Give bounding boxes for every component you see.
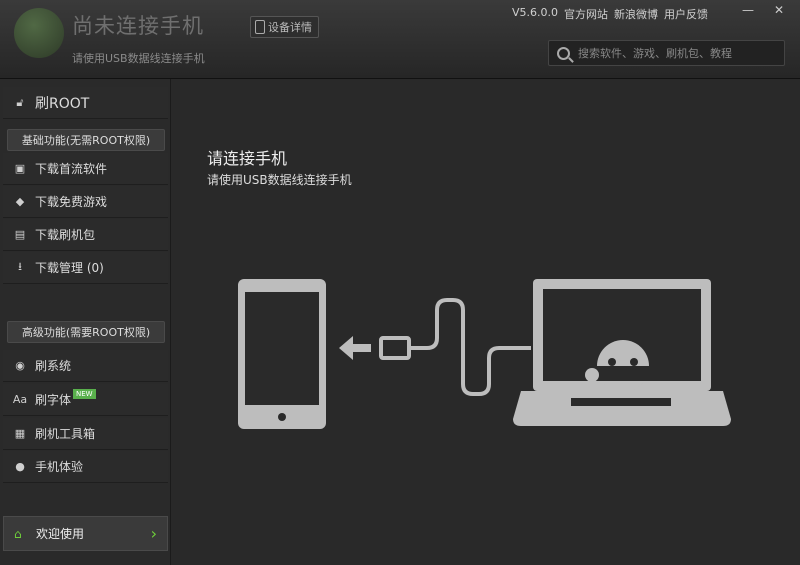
package-icon: ▤: [14, 228, 26, 241]
device-details-button[interactable]: 设备详情: [250, 16, 319, 38]
chevron-right-icon: ›: [150, 524, 157, 543]
link-official-site[interactable]: 官方网站: [564, 6, 608, 22]
title-bar: 尚未连接手机 请使用USB数据线连接手机 设备详情 V5.6.0.0 官方网站 …: [0, 0, 800, 79]
laptop-icon: [513, 279, 731, 426]
home-icon: ⌂: [14, 526, 22, 541]
welcome-label: 欢迎使用: [36, 527, 85, 541]
section-advanced: 高级功能(需要ROOT权限): [7, 321, 165, 343]
main-panel: 请连接手机 请使用USB数据线连接手机: [171, 79, 800, 565]
sidebar-item-label: 刷机工具箱: [35, 427, 96, 441]
app-title: 尚未连接手机: [72, 14, 204, 38]
sidebar-item-label: 刷系统: [35, 359, 72, 373]
page-title: 请连接手机: [207, 149, 288, 168]
sidebar-item-experience[interactable]: ● 手机体验: [3, 451, 168, 483]
app-logo: [14, 8, 64, 58]
sidebar-item-fonts[interactable]: Aa 刷字体 NEW: [3, 384, 168, 416]
minimize-icon[interactable]: —: [735, 0, 761, 20]
sidebar: 🔓︎ 刷ROOT 基础功能(无需ROOT权限) ▣ 下载首流软件 ◆ 下载免费游…: [0, 79, 171, 565]
sidebar-item-label: 刷字体: [35, 393, 72, 407]
phone-icon: [255, 20, 265, 34]
sidebar-item-software[interactable]: ▣ 下载首流软件: [3, 153, 168, 185]
sidebar-item-roms[interactable]: ▤ 下载刷机包: [3, 219, 168, 251]
new-badge: NEW: [73, 388, 96, 399]
sidebar-item-welcome[interactable]: ⌂ 欢迎使用 ›: [3, 516, 168, 551]
search-input[interactable]: [576, 45, 780, 61]
app-subtitle: 请使用USB数据线连接手机: [72, 52, 205, 65]
search-box: [548, 40, 785, 66]
connect-phone-illustration: [238, 279, 731, 429]
version-label: V5.6.0.0: [512, 6, 559, 19]
sidebar-item-label: 下载首流软件: [35, 162, 108, 176]
search-icon: [557, 46, 570, 60]
bulb-icon: ●: [15, 460, 25, 473]
sidebar-item-label: 刷ROOT: [35, 95, 90, 112]
arrow-left-icon: [339, 336, 371, 360]
gamepad-icon: ◆: [15, 195, 25, 208]
section-basic: 基础功能(无需ROOT权限): [7, 129, 165, 151]
usb-plug-icon: [379, 298, 531, 396]
sidebar-item-toolbox[interactable]: ▦ 刷机工具箱: [3, 418, 168, 450]
link-weibo[interactable]: 新浪微博: [614, 6, 658, 22]
sidebar-item-root[interactable]: 🔓︎ 刷ROOT: [3, 87, 168, 119]
font-icon: Aa: [12, 393, 28, 406]
connect-hint: 请使用USB数据线连接手机: [207, 173, 352, 187]
top-links: V5.6.0.0 官方网站 新浪微博 用户反馈: [512, 6, 708, 22]
toolbox-icon: ▦: [14, 427, 26, 440]
phone-outline-icon: [238, 279, 326, 429]
box-icon: ▣: [14, 162, 26, 175]
lock-icon: 🔓︎: [16, 95, 24, 109]
disc-icon: ◉: [15, 359, 25, 372]
sidebar-item-label: 下载管理 (0): [35, 261, 104, 275]
sidebar-item-games[interactable]: ◆ 下载免费游戏: [3, 186, 168, 218]
sidebar-item-flash-system[interactable]: ◉ 刷系统: [3, 350, 168, 382]
sidebar-item-label: 下载刷机包: [35, 228, 96, 242]
link-feedback[interactable]: 用户反馈: [664, 6, 708, 22]
sidebar-item-label: 手机体验: [35, 460, 84, 474]
sidebar-item-label: 下载免费游戏: [35, 195, 108, 209]
download-icon: ⭳: [18, 260, 22, 273]
sidebar-item-downloads[interactable]: ⭳ 下载管理 (0): [3, 252, 168, 284]
device-details-label: 设备详情: [268, 21, 312, 34]
close-icon[interactable]: ✕: [766, 0, 792, 20]
